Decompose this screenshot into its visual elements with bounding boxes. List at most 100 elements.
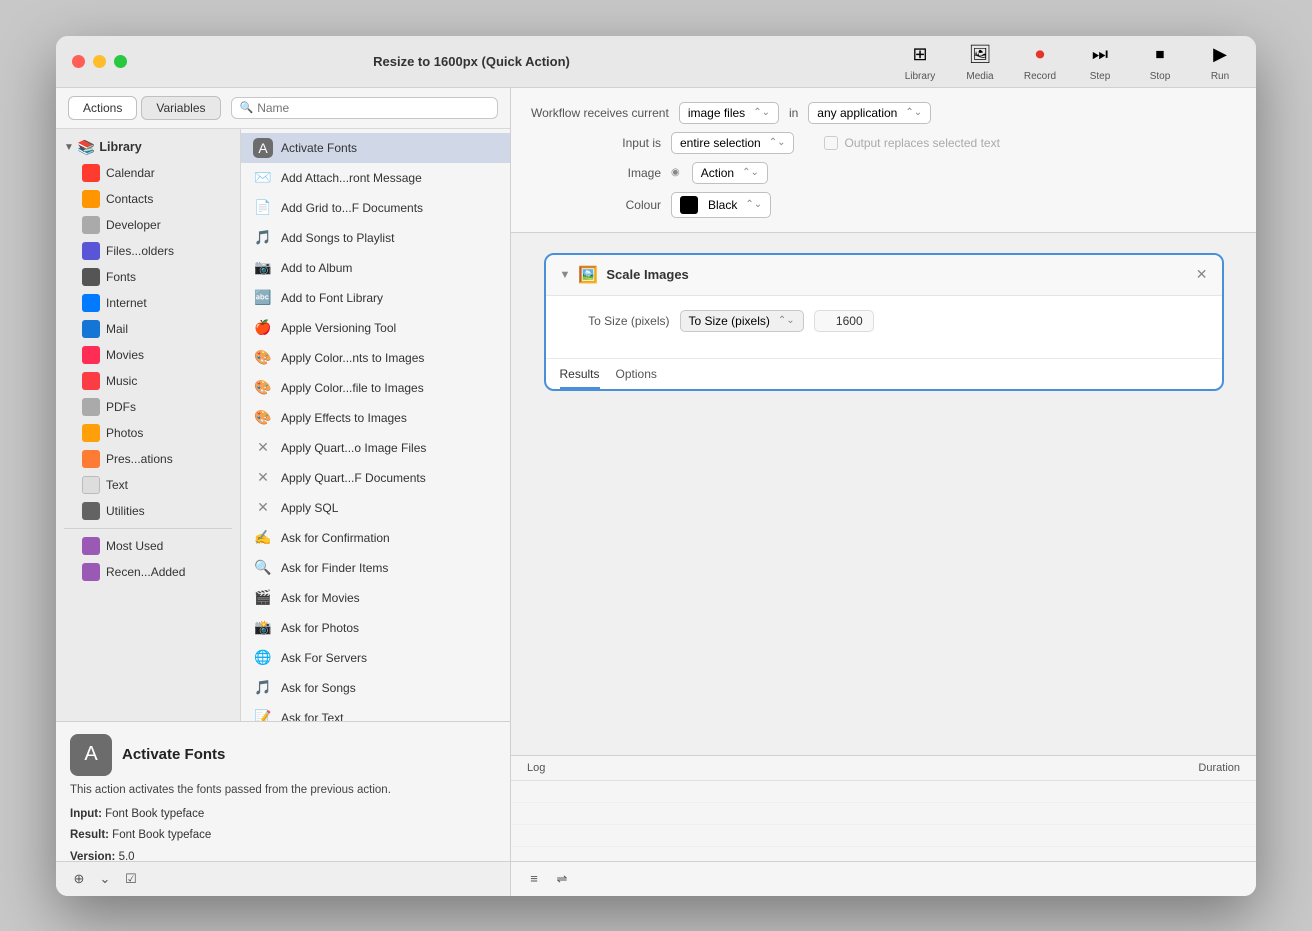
image-label: Image (531, 166, 661, 180)
sidebar-item-contacts[interactable]: Contacts (60, 186, 236, 212)
preview-icon: A (70, 734, 112, 776)
card-body: To Size (pixels) To Size (pixels) ⌃⌄ 160… (546, 296, 1222, 352)
list-item[interactable]: ✕ Apply Quart...F Documents (241, 463, 510, 493)
action-icon-apply-effects: 🎨 (253, 408, 273, 428)
library-toolbar-button[interactable]: ⊞ Library (900, 41, 940, 82)
list-item[interactable]: 📷 Add to Album (241, 253, 510, 283)
stop-toolbar-button[interactable]: ⏹ Stop (1140, 41, 1180, 82)
sidebar-item-developer[interactable]: Developer (60, 212, 236, 238)
sidebar-item-music[interactable]: Music (60, 368, 236, 394)
card-collapse-button[interactable]: ▼ (560, 269, 571, 281)
list-item[interactable]: ✕ Apply SQL (241, 493, 510, 523)
maximize-button[interactable] (114, 55, 127, 68)
input-type-select[interactable]: image files ⌃⌄ (679, 102, 779, 124)
list-item[interactable]: 🔤 Add to Font Library (241, 283, 510, 313)
action-icon-add-songs: 🎵 (253, 228, 273, 248)
list-item[interactable]: 📝 Ask for Text (241, 703, 510, 721)
action-label: Apply SQL (281, 501, 338, 515)
list-item[interactable]: 🎵 Ask for Songs (241, 673, 510, 703)
sidebar-item-calendar[interactable]: Calendar (60, 160, 236, 186)
list-item[interactable]: 📄 Add Grid to...F Documents (241, 193, 510, 223)
search-input[interactable] (257, 101, 489, 115)
media-label: Media (966, 71, 993, 82)
close-button[interactable] (72, 55, 85, 68)
library-section-header[interactable]: ▼ 📚 Library (56, 135, 240, 160)
list-item[interactable]: ✍️ Ask for Confirmation (241, 523, 510, 553)
card-close-button[interactable]: ✕ (1196, 266, 1208, 283)
preview-meta: Input: Font Book typeface Result: Font B… (70, 804, 496, 861)
list-item[interactable]: 🎨 Apply Effects to Images (241, 403, 510, 433)
search-box: 🔍 (231, 97, 499, 119)
sidebar-label-photos: Photos (106, 426, 143, 440)
list-item[interactable]: ✕ Apply Quart...o Image Files (241, 433, 510, 463)
action-icon-add-attachment: ✉️ (253, 168, 273, 188)
step-label: Step (1090, 71, 1111, 82)
add-action-button[interactable]: ⊕ (68, 868, 90, 890)
sidebar-item-pdfs[interactable]: PDFs (60, 394, 236, 420)
tab-variables[interactable]: Variables (141, 96, 220, 120)
app-value: any application (817, 106, 897, 120)
flow-view-button[interactable]: ⇌ (551, 868, 573, 890)
sidebar-item-presentations[interactable]: Pres...ations (60, 446, 236, 472)
sidebar-item-fonts[interactable]: Fonts (60, 264, 236, 290)
list-view-button[interactable]: ≡ (523, 868, 545, 890)
input-is-arrow: ⌃⌄ (769, 137, 786, 148)
action-list: A Activate Fonts ✉️ Add Attach...ront Me… (241, 129, 510, 721)
image-select[interactable]: Action ⌃⌄ (692, 162, 768, 184)
action-icon-ask-finder: 🔍 (253, 558, 273, 578)
sidebar-item-files[interactable]: Files...olders (60, 238, 236, 264)
list-item[interactable]: 🎨 Apply Color...nts to Images (241, 343, 510, 373)
log-row (511, 781, 1256, 803)
log-row (511, 825, 1256, 847)
sidebar-item-movies[interactable]: Movies (60, 342, 236, 368)
step-toolbar-button[interactable]: ⏭ Step (1080, 41, 1120, 82)
workflow-row-image: Image ◉ Action ⌃⌄ (531, 162, 1236, 184)
list-item[interactable]: 🎬 Ask for Movies (241, 583, 510, 613)
sidebar-item-internet[interactable]: Internet (60, 290, 236, 316)
right-panel: Workflow receives current image files ⌃⌄… (511, 88, 1256, 896)
movies-icon (82, 346, 100, 364)
action-icon-ask-text: 📝 (253, 708, 273, 721)
action-icon-apply-quarto2: ✕ (253, 468, 273, 488)
minimize-button[interactable] (93, 55, 106, 68)
media-toolbar-button[interactable]: 🖼 Media (960, 41, 1000, 82)
list-item[interactable]: ✉️ Add Attach...ront Message (241, 163, 510, 193)
colour-select[interactable]: Black ⌃⌄ (671, 192, 771, 218)
text-icon (82, 476, 100, 494)
size-value[interactable]: 1600 (814, 310, 874, 332)
left-bottom-toolbar: ⊕ ⌄ ☑ (56, 861, 510, 896)
action-label: Apply Quart...F Documents (281, 471, 426, 485)
chevron-down-button[interactable]: ⌄ (94, 868, 116, 890)
tab-options[interactable]: Options (616, 367, 657, 389)
action-label: Add Songs to Playlist (281, 231, 394, 245)
list-item[interactable]: A Activate Fonts (241, 133, 510, 163)
sidebar-item-most-used[interactable]: Most Used (60, 533, 236, 559)
sidebar-item-recently-added[interactable]: Recen...Added (60, 559, 236, 585)
list-item[interactable]: 📸 Ask for Photos (241, 613, 510, 643)
tab-actions[interactable]: Actions (68, 96, 137, 120)
size-type-select[interactable]: To Size (pixels) ⌃⌄ (680, 310, 804, 332)
record-toolbar-button[interactable]: ⏺ Record (1020, 41, 1060, 82)
duration-label: Duration (1198, 762, 1240, 774)
sidebar-item-mail[interactable]: Mail (60, 316, 236, 342)
list-item[interactable]: 🍎 Apple Versioning Tool (241, 313, 510, 343)
action-icon-apply-colorants: 🎨 (253, 348, 273, 368)
sidebar-item-utilities[interactable]: Utilities (60, 498, 236, 524)
list-item[interactable]: 🎨 Apply Color...file to Images (241, 373, 510, 403)
list-item[interactable]: 🔍 Ask for Finder Items (241, 553, 510, 583)
run-toolbar-button[interactable]: ▶ Run (1200, 41, 1240, 82)
sidebar-item-text[interactable]: Text (60, 472, 236, 498)
tab-results[interactable]: Results (560, 367, 600, 389)
receives-label: Workflow receives current (531, 106, 669, 120)
list-item[interactable]: 🌐 Ask For Servers (241, 643, 510, 673)
action-icon-add-grid: 📄 (253, 198, 273, 218)
action-label: Add Grid to...F Documents (281, 201, 423, 215)
action-label: Add to Album (281, 261, 352, 275)
check-button[interactable]: ☑ (120, 868, 142, 890)
sidebar-item-photos[interactable]: Photos (60, 420, 236, 446)
titlebar: Resize to 1600px (Quick Action) ⊞ Librar… (56, 36, 1256, 88)
input-is-select[interactable]: entire selection ⌃⌄ (671, 132, 794, 154)
main-window: Resize to 1600px (Quick Action) ⊞ Librar… (56, 36, 1256, 896)
app-select[interactable]: any application ⌃⌄ (808, 102, 931, 124)
list-item[interactable]: 🎵 Add Songs to Playlist (241, 223, 510, 253)
